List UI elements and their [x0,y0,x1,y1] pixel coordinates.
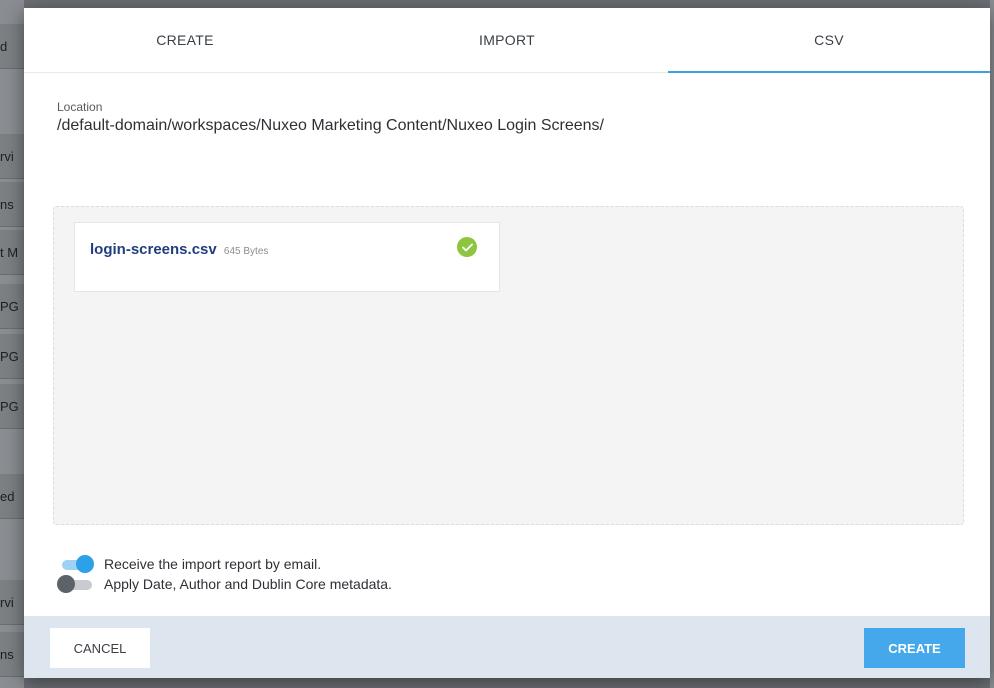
option-email-report: Receive the import report by email. [57,554,392,574]
email-report-toggle[interactable] [57,554,95,574]
location-section: Location /default-domain/workspaces/Nuxe… [57,100,604,135]
location-label: Location [57,100,103,114]
uploaded-file-card: login-screens.csv 645 Bytes [74,222,500,292]
tab-create[interactable]: CREATE [24,8,346,72]
check-circle-icon [457,237,477,257]
background-fragment: t M [0,230,24,275]
dialog-footer: CANCEL CREATE [24,616,990,678]
apply-metadata-toggle[interactable] [57,574,95,594]
background-fragment: ns [0,182,24,227]
tab-csv[interactable]: CSV [668,8,990,73]
file-name-link[interactable]: login-screens.csv [90,241,217,258]
cancel-button[interactable]: CANCEL [50,628,150,668]
background-fragment: rvi [0,134,24,179]
background-edge [990,0,994,688]
import-options: Receive the import report by email. Appl… [57,554,392,594]
create-button[interactable]: CREATE [864,628,965,668]
csv-dropzone[interactable]: login-screens.csv 645 Bytes [53,206,964,525]
tab-import[interactable]: IMPORT [346,8,668,72]
background-fragment: PG [0,384,24,429]
location-path: /default-domain/workspaces/Nuxeo Marketi… [57,117,604,134]
import-dialog: CREATE IMPORT CSV Location /default-doma… [24,8,990,678]
background-fragment: d [0,24,24,69]
file-size: 645 Bytes [223,246,269,257]
tab-bar: CREATE IMPORT CSV [24,8,990,73]
background-fragment: rvi [0,580,24,625]
background-fragment: PG [0,284,24,329]
background-app: d rvi ns t M PG PG PG ed rvi ns [0,0,24,688]
background-fragment: ed [0,474,24,519]
email-report-label: Receive the import report by email. [104,556,322,572]
option-apply-metadata: Apply Date, Author and Dublin Core metad… [57,574,392,594]
background-fragment: PG [0,334,24,379]
background-fragment: ns [0,632,24,677]
apply-metadata-label: Apply Date, Author and Dublin Core metad… [104,576,392,592]
